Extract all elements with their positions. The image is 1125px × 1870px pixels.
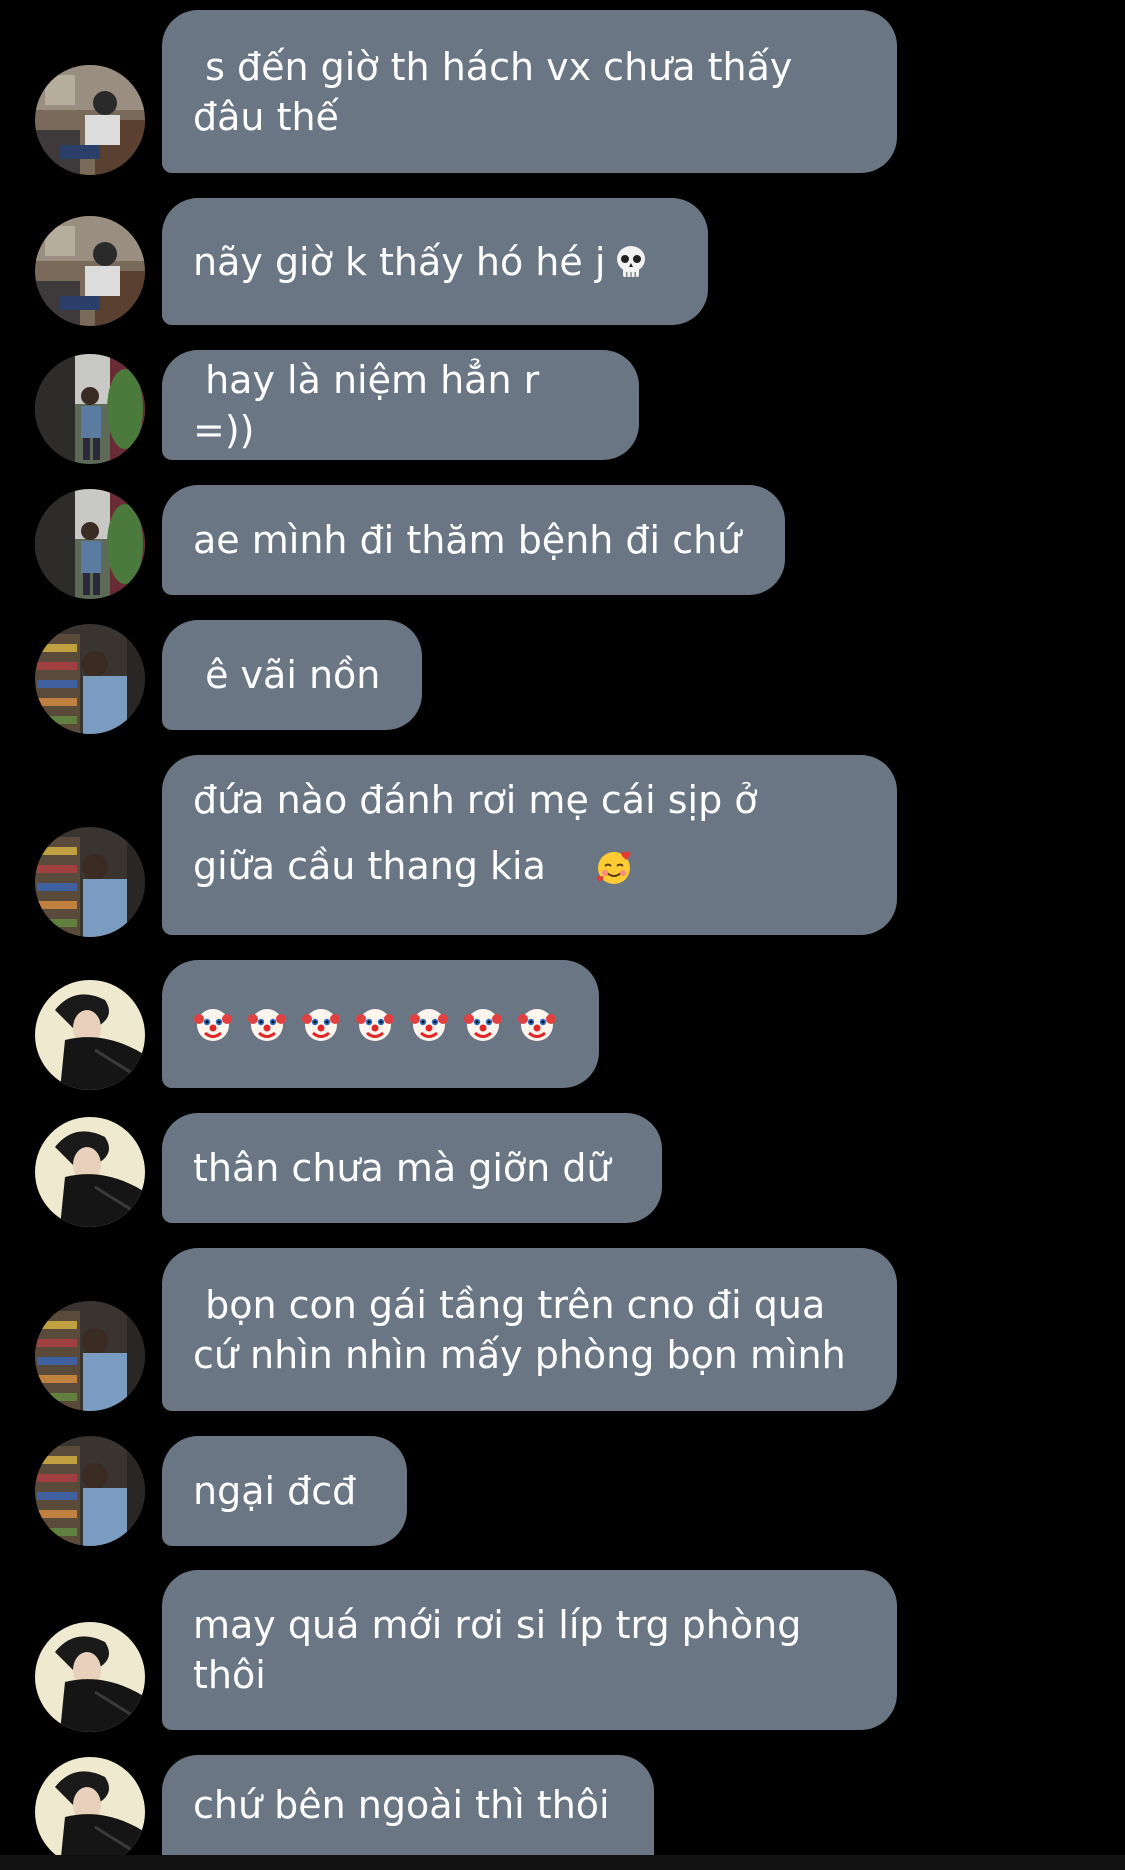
message-text: thân chưa mà giỡn dữ (193, 1146, 611, 1190)
message-text: may quá mới rơi si líp trg phòng thôi (193, 1603, 802, 1697)
clown-face-icon (464, 1009, 502, 1041)
message-row: đứa nào đánh rơi mẹ cái sịp ở giữa cầu t… (0, 755, 1125, 937)
avatar[interactable] (35, 489, 145, 599)
avatar[interactable] (35, 624, 145, 734)
avatar-portrait-image (35, 1117, 145, 1227)
message-bubble[interactable]: bọn con gái tầng trên cno đi qua cứ nhìn… (162, 1248, 897, 1411)
message-text: ngại đcđ (193, 1469, 357, 1513)
clown-face-icon (410, 1009, 448, 1041)
avatar[interactable] (35, 1757, 145, 1867)
avatar[interactable] (35, 1436, 145, 1546)
clown-face-icon (302, 1009, 340, 1041)
message-bubble[interactable]: chứ bên ngoài thì thôi (162, 1755, 654, 1855)
message-row: s đến giờ th hách vx chưa thấy đâu thế (0, 10, 1125, 175)
avatar-portrait-image (35, 1757, 145, 1867)
message-text: đứa nào đánh rơi mẹ cái sịp ở giữa cầu t… (193, 778, 758, 888)
clown-emoji-row (193, 1004, 557, 1044)
screen-bottom-edge (0, 1855, 1125, 1870)
skull-icon (617, 245, 646, 277)
message-text: nãy giờ k thấy hó hé j (193, 239, 606, 284)
avatar-store-image (35, 624, 145, 734)
message-row: nãy giờ k thấy hó hé j (0, 198, 1125, 326)
message-bubble[interactable]: may quá mới rơi si líp trg phòng thôi (162, 1570, 897, 1730)
avatar-street-image (35, 354, 145, 464)
message-bubble[interactable]: đứa nào đánh rơi mẹ cái sịp ở giữa cầu t… (162, 755, 897, 935)
message-text: s đến giờ th hách vx chưa thấy đâu thế (193, 44, 793, 139)
message-text: hay là niệm hẳn r =)) (193, 358, 552, 452)
avatar[interactable] (35, 354, 145, 464)
avatar-couch-image (35, 65, 145, 175)
avatar-couch-image (35, 216, 145, 326)
message-row: hay là niệm hẳn r =)) (0, 350, 1125, 464)
clown-face-icon (194, 1009, 232, 1041)
avatar[interactable] (35, 216, 145, 326)
message-row: may quá mới rơi si líp trg phòng thôi (0, 1570, 1125, 1732)
avatar[interactable] (35, 1622, 145, 1732)
message-bubble[interactable] (162, 960, 599, 1088)
clown-face-icon (248, 1009, 286, 1041)
message-text: bọn con gái tầng trên cno đi qua cứ nhìn… (193, 1282, 846, 1377)
avatar-portrait-image (35, 980, 145, 1090)
message-row: ae mình đi thăm bệnh đi chứ (0, 485, 1125, 599)
avatar[interactable] (35, 1117, 145, 1227)
message-bubble[interactable]: hay là niệm hẳn r =)) (162, 350, 639, 460)
avatar-store-image (35, 1301, 145, 1411)
message-row: bọn con gái tầng trên cno đi qua cứ nhìn… (0, 1248, 1125, 1411)
message-bubble[interactable]: nãy giờ k thấy hó hé j (162, 198, 708, 325)
message-text: chứ bên ngoài thì thôi (193, 1783, 610, 1827)
avatar[interactable] (35, 65, 145, 175)
message-bubble[interactable]: ae mình đi thăm bệnh đi chứ (162, 485, 785, 595)
message-bubble[interactable]: s đến giờ th hách vx chưa thấy đâu thế (162, 10, 897, 173)
message-row: thân chưa mà giỡn dữ (0, 1113, 1125, 1227)
clown-face-icon (356, 1009, 394, 1041)
message-text: ae mình đi thăm bệnh đi chứ (193, 518, 742, 562)
message-text: ê vãi nồn (193, 653, 381, 697)
message-row: chứ bên ngoài thì thôi (0, 1755, 1125, 1867)
avatar-store-image (35, 827, 145, 937)
clown-face-icon (518, 1009, 556, 1041)
avatar[interactable] (35, 827, 145, 937)
message-bubble[interactable]: ê vãi nồn (162, 620, 422, 730)
message-row (0, 960, 1125, 1090)
avatar-portrait-image (35, 1622, 145, 1732)
avatar-store-image (35, 1436, 145, 1546)
message-row: ngại đcđ (0, 1436, 1125, 1546)
avatar[interactable] (35, 1301, 145, 1411)
avatar[interactable] (35, 980, 145, 1090)
smiling-face-with-hearts-icon (596, 851, 631, 884)
message-row: ê vãi nồn (0, 620, 1125, 734)
message-bubble[interactable]: ngại đcđ (162, 1436, 407, 1546)
avatar-street-image (35, 489, 145, 599)
message-bubble[interactable]: thân chưa mà giỡn dữ (162, 1113, 662, 1223)
